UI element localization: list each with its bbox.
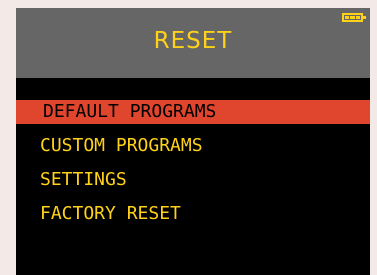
- menu-item-factory-reset[interactable]: FACTORY RESET: [16, 202, 370, 226]
- menu-item-settings[interactable]: SETTINGS: [16, 168, 370, 192]
- menu-item-custom-programs[interactable]: CUSTOM PROGRAMS: [16, 134, 370, 158]
- menu-item-default-programs[interactable]: DEFAULT PROGRAMS: [16, 100, 370, 124]
- header-bar: RESET: [16, 8, 370, 78]
- battery-cell: [345, 16, 350, 19]
- device-screen: RESET DEFAULT PROGRAMS CUSTOM PROGRAMS S…: [16, 8, 370, 275]
- battery-cell: [350, 16, 355, 19]
- page-title: RESET: [153, 28, 233, 54]
- battery-icon: [342, 13, 366, 22]
- reset-menu: DEFAULT PROGRAMS CUSTOM PROGRAMS SETTING…: [16, 100, 370, 236]
- battery-cell: [355, 16, 360, 19]
